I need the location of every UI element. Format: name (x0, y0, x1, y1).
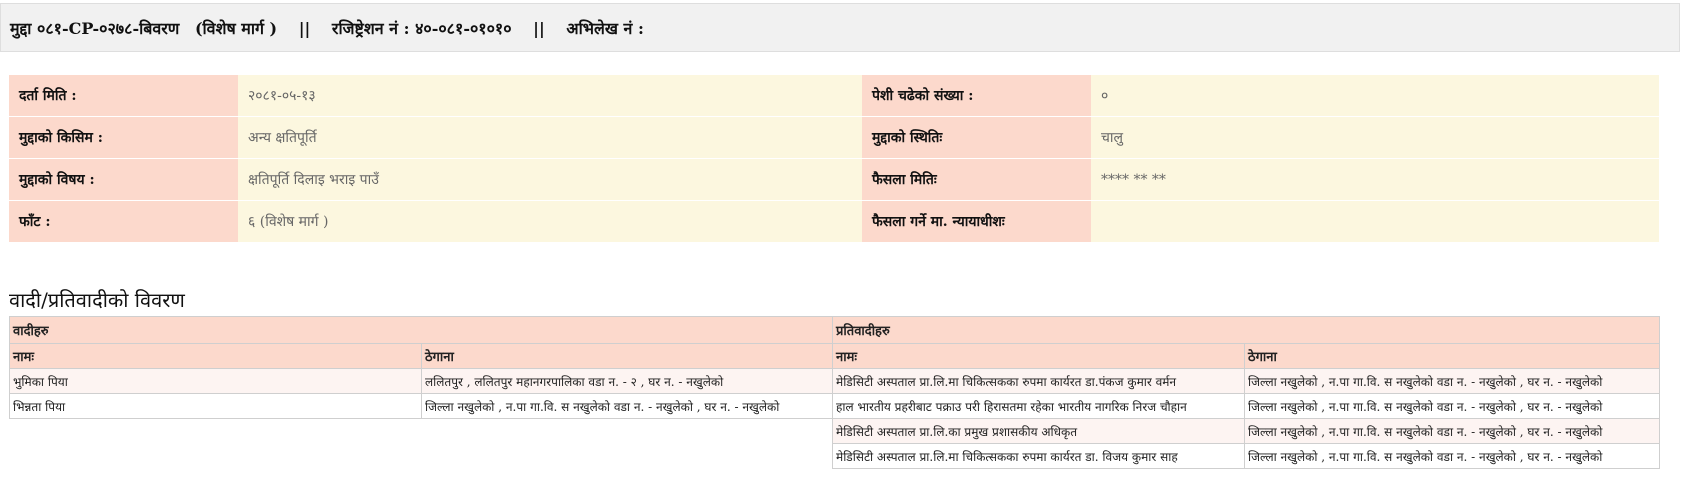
table-row: मेडिसिटी अस्पताल प्रा.लि.का प्रमुख प्रशा… (9, 418, 1661, 444)
decision-date-label: फैसला मितिः (862, 158, 1091, 201)
defendant-name: मेडिसिटी अस्पताल प्रा.लि.मा चिकित्सकका र… (832, 443, 1246, 469)
hearing-count-label: पेशी चढेको संख्या : (862, 75, 1091, 117)
empty-cell (9, 443, 422, 469)
defendant-address: जिल्ला नखुलेको , न.पा गा.वि. स नखुलेको व… (1244, 393, 1661, 419)
defendants-header: प्रतिवादीहरु (832, 316, 1661, 344)
table-row: भिन्नता पिया जिल्ला नखुलेको , न.पा गा.वि… (9, 393, 1661, 419)
registration-number: रजिष्ट्रेशन नं : ४०-०८१-०१०१० (331, 19, 512, 38)
registration-date-value: २०८१-०५-१३ (238, 75, 862, 117)
plaintiff-name-header: नामः (9, 343, 422, 369)
judge-label: फैसला गर्ने मा. न्यायाधीशः (862, 200, 1091, 243)
separator: || (298, 19, 311, 38)
empty-cell (9, 418, 422, 444)
bench-label: फाँट : (9, 200, 238, 243)
plaintiff-address: ललितपुर , ललितपुर महानगरपालिका वडा न. - … (420, 368, 834, 394)
parties-subheader-row: नामः ठेगाना नामः ठेगाना (9, 343, 1661, 369)
table-row: भुमिका पिया ललितपुर , ललितपुर महानगरपालि… (9, 368, 1661, 394)
defendant-address: जिल्ला नखुलेको , न.पा गा.वि. स नखुलेको व… (1244, 418, 1661, 444)
defendant-name: हाल भारतीय प्रहरीबाट पक्राउ परी हिरासतमा… (832, 393, 1246, 419)
plaintiffs-header: वादीहरु (8, 316, 834, 344)
parties-header-row: वादीहरु प्रतिवादीहरु (8, 316, 1661, 344)
parties-table: वादीहरु प्रतिवादीहरु नामः ठेगाना नामः ठे… (8, 316, 1661, 469)
plaintiff-name: भिन्नता पिया (9, 393, 422, 419)
plaintiff-name: भुमिका पिया (9, 368, 422, 394)
defendant-name: मेडिसिटी अस्पताल प्रा.लि.मा चिकित्सकका र… (832, 368, 1246, 394)
plaintiff-address: जिल्ला नखुलेको , न.पा गा.वि. स नखुलेको व… (420, 393, 834, 419)
parties-section-title: वादी/प्रतिवादीको विवरण (9, 288, 185, 312)
judge-value (1091, 200, 1659, 243)
defendant-address-header: ठेगाना (1244, 343, 1661, 369)
separator: || (533, 19, 545, 38)
defendant-address: जिल्ला नखुलेको , न.पा गा.वि. स नखुलेको व… (1244, 368, 1661, 394)
info-row: मुद्दाको किसिम : अन्य क्षतिपूर्ति मुद्दा… (9, 116, 1659, 159)
table-row: मेडिसिटी अस्पताल प्रा.लि.मा चिकित्सकका र… (9, 443, 1661, 469)
case-kind-value: अन्य क्षतिपूर्ति (238, 116, 862, 159)
case-subject-label: मुद्दाको विषय : (9, 158, 238, 201)
case-status-value: चालु (1091, 116, 1659, 159)
defendant-address: जिल्ला नखुलेको , न.पा गा.वि. स नखुलेको व… (1244, 443, 1661, 469)
plaintiff-address-header: ठेगाना (420, 343, 834, 369)
case-subject-value: क्षतिपूर्ति दिलाइ भराइ पाउँ (238, 158, 862, 201)
info-row: मुद्दाको विषय : क्षतिपूर्ति दिलाइ भराइ प… (9, 158, 1659, 201)
defendant-name: मेडिसिटी अस्पताल प्रा.लि.का प्रमुख प्रशा… (832, 418, 1246, 444)
bench-value: ६ (विशेष मार्ग ) (238, 200, 862, 243)
hearing-count-value: ० (1091, 75, 1659, 117)
case-header: मुद्दा ०८१-CP-०२७८-बिवरण (विशेष मार्ग ) … (0, 3, 1680, 52)
info-row: दर्ता मिति : २०८१-०५-१३ पेशी चढेको संख्य… (9, 75, 1659, 117)
empty-cell (421, 418, 833, 444)
case-info-table: दर्ता मिति : २०८१-०५-१३ पेशी चढेको संख्य… (9, 75, 1659, 243)
case-type: (विशेष मार्ग ) (194, 19, 278, 38)
case-status-label: मुद्दाको स्थितिः (862, 116, 1091, 159)
case-kind-label: मुद्दाको किसिम : (9, 116, 238, 159)
record-number: अभिलेख नं : (566, 19, 644, 38)
defendant-name-header: नामः (832, 343, 1246, 369)
registration-date-label: दर्ता मिति : (9, 75, 238, 117)
info-row: फाँट : ६ (विशेष मार्ग ) फैसला गर्ने मा. … (9, 200, 1659, 243)
case-number: मुद्दा ०८१-CP-०२७८-बिवरण (10, 19, 180, 38)
empty-cell (421, 443, 833, 469)
decision-date-value: **** ** ** (1091, 158, 1659, 201)
